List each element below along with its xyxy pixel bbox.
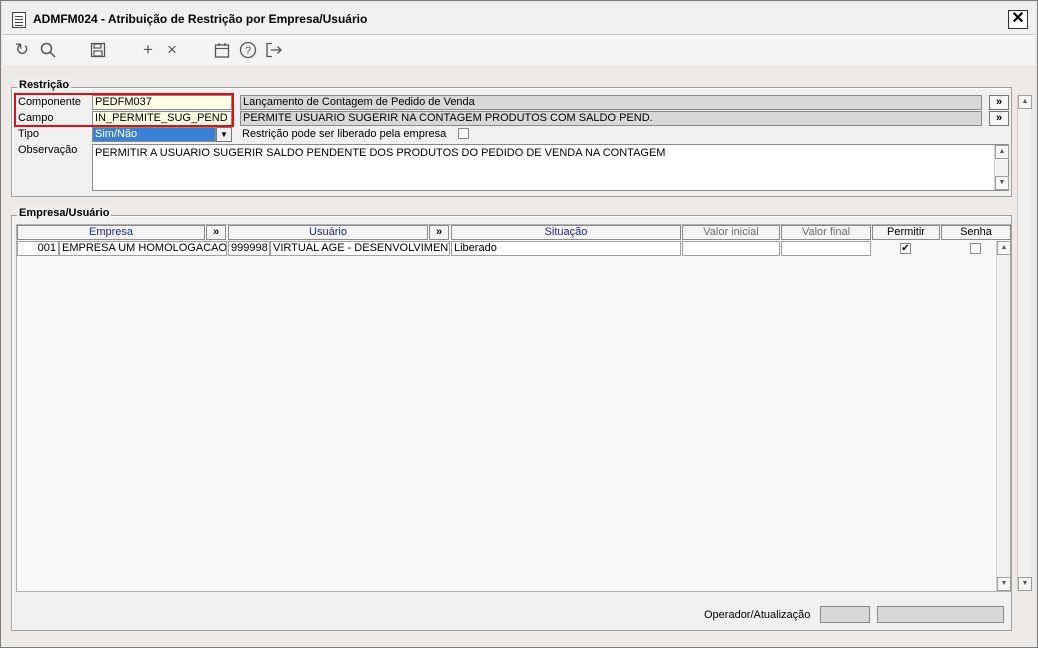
- header-valor-final[interactable]: Valor final: [781, 225, 871, 240]
- calendar-icon[interactable]: [211, 39, 233, 61]
- header-usuario[interactable]: Usuário: [228, 225, 428, 240]
- scroll-up-icon[interactable]: ▲: [1018, 95, 1032, 109]
- grid-scrollbar[interactable]: ▲ ▼: [996, 241, 1011, 591]
- campo-description: PERMITE USUARIO SUGERIR NA CONTAGEM PROD…: [240, 111, 982, 126]
- senha-checkbox[interactable]: [970, 243, 981, 254]
- exit-icon[interactable]: [263, 39, 285, 61]
- empresa-lookup-button[interactable]: »: [206, 225, 226, 240]
- operador-label: Operador/Atualização: [704, 609, 811, 621]
- document-icon: [12, 12, 26, 28]
- operador-field: [820, 606, 870, 623]
- header-valor-inicial[interactable]: Valor inicial: [682, 225, 780, 240]
- usuario-code-cell[interactable]: 999998: [228, 241, 270, 256]
- empresa-code-cell[interactable]: 001: [17, 241, 59, 256]
- componente-label: Componente: [18, 96, 81, 108]
- scroll-up-icon[interactable]: ▲: [995, 145, 1009, 159]
- header-empresa[interactable]: Empresa: [17, 225, 205, 240]
- chevron-down-icon[interactable]: ▼: [216, 127, 232, 142]
- title-bar: ADMFM024 - Atribuição de Restrição por E…: [3, 3, 1035, 35]
- close-button[interactable]: ✕: [1008, 10, 1028, 29]
- save-icon[interactable]: [87, 39, 109, 61]
- grid: Empresa » Usuário » Situação Valor inici…: [16, 224, 1011, 592]
- window-title: ADMFM024 - Atribuição de Restrição por E…: [33, 12, 368, 26]
- permitir-checkbox[interactable]: ✔: [900, 243, 911, 254]
- scroll-down-icon[interactable]: ▼: [995, 176, 1009, 190]
- campo-input[interactable]: IN_PERMITE_SUG_PEND: [92, 111, 232, 126]
- header-senha[interactable]: Senha: [941, 225, 1011, 240]
- componente-lookup-button[interactable]: »: [989, 95, 1009, 110]
- observacao-text: PERMITIR A USUARIO SUGERIR SALDO PENDENT…: [95, 147, 666, 159]
- observacao-scrollbar[interactable]: ▲ ▼: [994, 145, 1009, 190]
- liberado-checkbox[interactable]: [458, 128, 469, 139]
- window-scrollbar[interactable]: ▲ ▼: [1017, 95, 1032, 591]
- valor-final-cell[interactable]: [781, 241, 871, 256]
- scroll-down-icon[interactable]: ▼: [1018, 577, 1032, 591]
- componente-input[interactable]: PEDFM037: [92, 95, 232, 110]
- liberado-label: Restrição pode ser liberado pela empresa: [242, 128, 447, 140]
- header-permitir[interactable]: Permitir: [872, 225, 940, 240]
- help-icon[interactable]: ?: [237, 39, 259, 61]
- usuario-name-cell[interactable]: VIRTUAL AGE - DESENVOLVIMENTO: [270, 241, 450, 256]
- header-situacao[interactable]: Situação: [451, 225, 681, 240]
- campo-lookup-button[interactable]: »: [989, 111, 1009, 126]
- refresh-icon[interactable]: ↻: [11, 39, 33, 61]
- observacao-label: Observação: [18, 144, 78, 156]
- add-icon[interactable]: +: [137, 39, 159, 61]
- toolbar: ↻ + × ?: [3, 35, 1035, 65]
- campo-label: Campo: [18, 112, 54, 124]
- empresa-name-cell[interactable]: EMPRESA UM HOMOLOGACAO: [59, 241, 227, 256]
- valor-inicial-cell[interactable]: [682, 241, 780, 256]
- delete-icon[interactable]: ×: [161, 39, 183, 61]
- empresa-usuario-title: Empresa/Usuário: [17, 207, 112, 219]
- situacao-cell[interactable]: Liberado: [451, 241, 681, 256]
- tipo-select[interactable]: Sim/Não: [92, 127, 216, 142]
- observacao-textarea[interactable]: PERMITIR A USUARIO SUGERIR SALDO PENDENT…: [92, 144, 1009, 191]
- search-icon[interactable]: [37, 39, 59, 61]
- restricao-title: Restrição: [17, 79, 72, 91]
- restricao-panel: Restrição Componente PEDFM037 Lançamento…: [11, 79, 1012, 197]
- usuario-lookup-button[interactable]: »: [429, 225, 449, 240]
- atualizacao-field: [877, 606, 1004, 623]
- empresa-usuario-panel: Empresa/Usuário Empresa » Usuário » Situ…: [11, 207, 1012, 631]
- componente-description: Lançamento de Contagem de Pedido de Vend…: [240, 95, 982, 110]
- window: ADMFM024 - Atribuição de Restrição por E…: [0, 0, 1038, 648]
- scroll-up-icon[interactable]: ▲: [997, 241, 1011, 255]
- svg-text:?: ?: [245, 45, 251, 57]
- scroll-down-icon[interactable]: ▼: [997, 577, 1011, 591]
- tipo-label: Tipo: [18, 128, 39, 140]
